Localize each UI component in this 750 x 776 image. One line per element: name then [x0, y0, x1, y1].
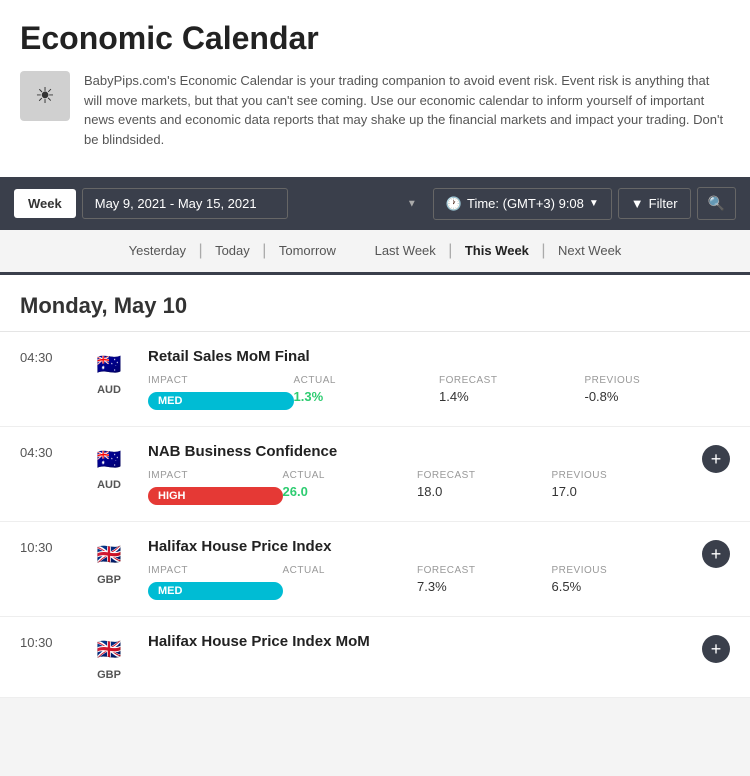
impact-badge: HIGH [148, 487, 283, 505]
time-button[interactable]: 🕐 Time: (GMT+3) 9:08 ▼ [433, 188, 612, 220]
impact-badge: MED [148, 582, 283, 600]
event-time: 04:30 [20, 348, 70, 365]
event-time: 10:30 [20, 538, 70, 555]
impact-badge: MED [148, 392, 294, 410]
event-time: 04:30 [20, 443, 70, 460]
week-button[interactable]: Week [14, 189, 76, 218]
previous-col: PREVIOUS 17.0 [552, 470, 687, 505]
actual-value: 1.3% [294, 389, 440, 404]
table-row: 04:30 🇦🇺 AUD Retail Sales MoM Final IMPA… [0, 332, 750, 427]
filter-button[interactable]: ▼ Filter [618, 188, 691, 219]
actual-col: ACTUAL 26.0 [283, 470, 418, 505]
currency-label: GBP [97, 574, 121, 586]
previous-value: 17.0 [552, 484, 687, 499]
event-meta: IMPACT HIGH ACTUAL 26.0 FORECAST 18.0 PR… [148, 470, 686, 505]
forecast-value: 18.0 [417, 484, 552, 499]
previous-col: PREVIOUS 6.5% [552, 565, 687, 600]
nav-yesterday[interactable]: Yesterday [129, 243, 186, 258]
forecast-col: FORECAST 1.4% [439, 375, 585, 410]
nav-tomorrow[interactable]: Tomorrow [279, 243, 336, 258]
impact-label: IMPACT [148, 470, 283, 481]
nav-next-week[interactable]: Next Week [558, 243, 621, 258]
impact-label: IMPACT [148, 565, 283, 576]
forecast-label: FORECAST [439, 375, 585, 386]
forecast-label: FORECAST [417, 565, 552, 576]
impact-label: IMPACT [148, 375, 294, 386]
forecast-value: 7.3% [417, 579, 552, 594]
search-icon: 🔍 [708, 195, 725, 211]
expand-button[interactable]: + [702, 445, 730, 473]
event-body: NAB Business Confidence IMPACT HIGH ACTU… [148, 443, 686, 505]
previous-label: PREVIOUS [552, 470, 687, 481]
nav-this-week[interactable]: This Week [465, 243, 529, 258]
description-text: BabyPips.com's Economic Calendar is your… [84, 71, 730, 149]
actual-col: ACTUAL 1.3% [294, 375, 440, 410]
previous-label: PREVIOUS [552, 565, 687, 576]
previous-value: -0.8% [585, 389, 731, 404]
page-header: Economic Calendar ☀ BabyPips.com's Econo… [0, 0, 750, 177]
impact-col: IMPACT MED [148, 375, 294, 410]
filter-label: Filter [649, 196, 678, 211]
expand-button[interactable]: + [702, 540, 730, 568]
forecast-col: FORECAST 18.0 [417, 470, 552, 505]
forecast-col: FORECAST 7.3% [417, 565, 552, 600]
event-title: Halifax House Price Index [148, 538, 686, 555]
event-title: Retail Sales MoM Final [148, 348, 730, 365]
calendar-icon: ☀ [20, 71, 70, 121]
actual-label: ACTUAL [283, 565, 418, 576]
previous-label: PREVIOUS [585, 375, 731, 386]
event-title: Halifax House Price Index MoM [148, 633, 686, 650]
table-row: 10:30 🇬🇧 GBP Halifax House Price Index M… [0, 617, 750, 698]
clock-icon: 🕐 [446, 196, 462, 212]
forecast-value: 1.4% [439, 389, 585, 404]
impact-col: IMPACT HIGH [148, 470, 283, 505]
expand-button[interactable]: + [702, 635, 730, 663]
currency-label: AUD [97, 384, 121, 396]
toolbar: Week May 9, 2021 - May 15, 2021 🕐 Time: … [0, 177, 750, 230]
gbp-flag: 🇬🇧 [93, 538, 125, 570]
impact-col: IMPACT MED [148, 565, 283, 600]
aud-flag: 🇦🇺 [93, 348, 125, 380]
currency-label: GBP [97, 669, 121, 681]
event-meta: IMPACT MED ACTUAL 1.3% FORECAST 1.4% PRE… [148, 375, 730, 410]
day-header-monday: Monday, May 10 [0, 275, 750, 332]
flag-col: 🇬🇧 GBP [86, 633, 132, 681]
event-meta: IMPACT MED ACTUAL FORECAST 7.3% PREVIOUS… [148, 565, 686, 600]
date-range-select[interactable]: May 9, 2021 - May 15, 2021 [82, 188, 288, 219]
filter-icon: ▼ [631, 196, 644, 211]
flag-col: 🇬🇧 GBP [86, 538, 132, 586]
actual-value: 26.0 [283, 484, 418, 499]
table-row: 10:30 🇬🇧 GBP Halifax House Price Index I… [0, 522, 750, 617]
flag-col: 🇦🇺 AUD [86, 443, 132, 491]
calendar-content: Monday, May 10 04:30 🇦🇺 AUD Retail Sales… [0, 275, 750, 698]
chevron-down-icon: ▼ [589, 198, 599, 209]
flag-col: 🇦🇺 AUD [86, 348, 132, 396]
search-button[interactable]: 🔍 [697, 187, 736, 220]
gbp-flag: 🇬🇧 [93, 633, 125, 665]
event-title: NAB Business Confidence [148, 443, 686, 460]
aud-flag: 🇦🇺 [93, 443, 125, 475]
date-range-wrapper: May 9, 2021 - May 15, 2021 [82, 188, 427, 219]
page-title: Economic Calendar [20, 20, 730, 57]
quick-nav: Yesterday | Today | Tomorrow Last Week |… [0, 230, 750, 275]
nav-today[interactable]: Today [215, 243, 250, 258]
nav-last-week[interactable]: Last Week [375, 243, 436, 258]
event-body: Halifax House Price Index IMPACT MED ACT… [148, 538, 686, 600]
actual-col: ACTUAL [283, 565, 418, 600]
previous-value: 6.5% [552, 579, 687, 594]
actual-label: ACTUAL [283, 470, 418, 481]
previous-col: PREVIOUS -0.8% [585, 375, 731, 410]
event-body: Halifax House Price Index MoM [148, 633, 686, 660]
table-row: 04:30 🇦🇺 AUD NAB Business Confidence IMP… [0, 427, 750, 522]
description-box: ☀ BabyPips.com's Economic Calendar is yo… [20, 71, 730, 149]
event-body: Retail Sales MoM Final IMPACT MED ACTUAL… [148, 348, 730, 410]
forecast-label: FORECAST [417, 470, 552, 481]
currency-label: AUD [97, 479, 121, 491]
actual-label: ACTUAL [294, 375, 440, 386]
time-label: Time: (GMT+3) 9:08 [467, 196, 584, 211]
event-time: 10:30 [20, 633, 70, 650]
